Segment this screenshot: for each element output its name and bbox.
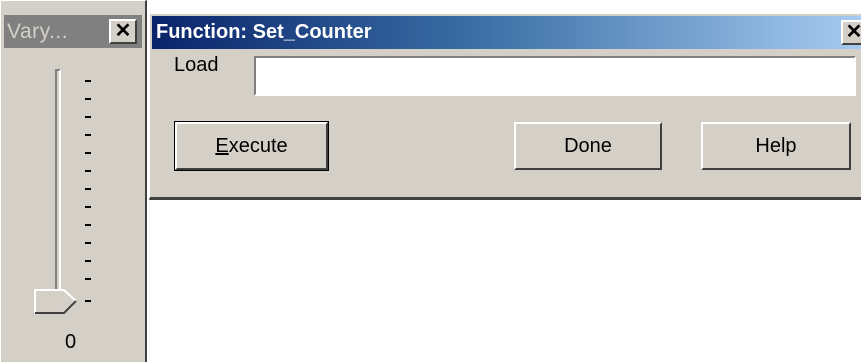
slider-tick [85,206,91,208]
load-input[interactable] [254,56,856,96]
done-button[interactable]: Done [514,122,662,170]
slider-tick [85,224,91,226]
slider-tick [85,300,91,302]
slider-window-title: Vary... [7,20,69,43]
slider-tick [85,188,91,190]
function-dialog: Function: Set_Counter ✕ Load Execute Don… [149,14,861,200]
slider-tick [85,278,91,280]
dialog-title: Function: Set_Counter [156,21,372,43]
slider-tick [85,134,91,136]
slider-tick [85,152,91,154]
close-button[interactable]: ✕ [841,20,861,45]
load-label: Load [174,54,219,76]
slider-value: 0 [65,331,77,353]
slider-tick [85,80,91,82]
slider-window: Vary... ✕ 0 [0,0,147,362]
execute-mnemonic: E [215,134,229,157]
slider-tick [85,242,91,244]
slider-tick [85,170,91,172]
help-button[interactable]: Help [701,122,851,170]
close-button[interactable]: ✕ [109,19,137,44]
slider-tick [85,116,91,118]
execute-label: xecute [228,134,288,157]
slider-window-titlebar[interactable]: Vary... ✕ [4,15,142,48]
slider-thumb[interactable] [34,289,78,315]
close-icon: ✕ [845,21,861,43]
slider-tick [85,98,91,100]
slider-tick [85,260,91,262]
close-icon: ✕ [114,20,132,42]
slider-track[interactable] [55,69,61,309]
dialog-titlebar[interactable]: Function: Set_Counter ✕ [152,16,861,49]
execute-button[interactable]: Execute [174,121,329,171]
